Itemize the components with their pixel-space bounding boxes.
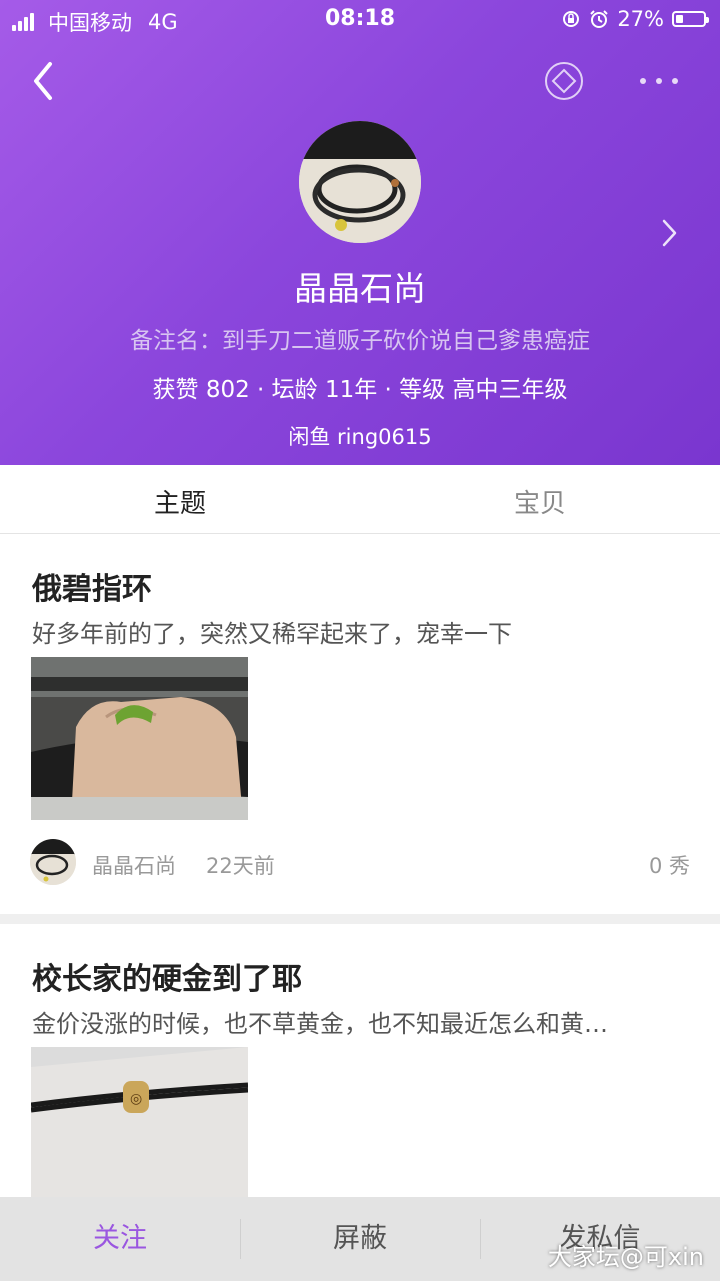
battery-icon xyxy=(672,11,709,27)
profile-header: 中国移动 4G 08:18 27% 晶晶石尚 备注名：到手刀二道贩子砍价说自己爹… xyxy=(0,0,720,465)
post-card[interactable]: 俄碧指环 好多年前的了，突然又稀罕起来了，宠幸一下 晶晶石尚 22天前 0 秀 xyxy=(0,534,720,914)
post-meta: 晶晶石尚 22天前 0 秀 xyxy=(30,839,690,887)
svg-text:◎: ◎ xyxy=(130,1091,142,1107)
back-arrow-icon[interactable] xyxy=(28,58,68,104)
profile-stats: 获赞 802 · 坛龄 11年 · 等级 高中三年级 xyxy=(152,377,568,403)
post-title[interactable]: 校长家的硬金到了耶 xyxy=(32,954,302,998)
medal-icon[interactable] xyxy=(544,61,584,101)
battery-level-fill xyxy=(676,15,683,23)
author-avatar[interactable] xyxy=(30,839,76,885)
post-show-count: 0 秀 xyxy=(648,854,690,878)
alarm-icon xyxy=(590,10,609,28)
tab-items[interactable]: 宝贝 xyxy=(360,483,720,520)
post-image[interactable]: ◎ xyxy=(31,1047,248,1210)
profile-avatar[interactable] xyxy=(299,121,421,243)
profile-remark[interactable]: 备注名：到手刀二道贩子砍价说自己爹患癌症 xyxy=(0,321,720,355)
post-image[interactable] xyxy=(31,657,248,820)
post-title[interactable]: 俄碧指环 xyxy=(32,564,152,608)
post-time: 22天前 xyxy=(206,854,275,878)
tab-bar: 主题 宝贝 xyxy=(0,465,720,534)
orientation-lock-icon xyxy=(563,11,580,27)
block-button[interactable]: 屏蔽 xyxy=(240,1197,480,1281)
tab-topics[interactable]: 主题 xyxy=(0,483,360,520)
watermark-text: 大家坛@可xin xyxy=(547,1243,704,1271)
more-dots-icon[interactable] xyxy=(634,66,684,96)
chevron-right-icon[interactable] xyxy=(656,216,682,250)
profile-nickname: 晶晶石尚 xyxy=(294,269,426,308)
post-excerpt: 金价没涨的时候，也不草黄金，也不知最近怎么和黄… xyxy=(32,1010,608,1038)
post-divider xyxy=(0,914,720,924)
battery-percent: 27% xyxy=(617,7,664,31)
post-author[interactable]: 晶晶石尚 xyxy=(92,850,176,880)
follow-button[interactable]: 关注 xyxy=(0,1197,240,1281)
post-excerpt: 好多年前的了，突然又稀罕起来了，宠幸一下 xyxy=(32,620,512,648)
post-card[interactable]: 校长家的硬金到了耶 金价没涨的时候，也不草黄金，也不知最近怎么和黄… ◎ xyxy=(0,924,720,1224)
status-bar: 中国移动 4G 08:18 27% xyxy=(0,0,720,40)
profile-signature: 闲鱼 ring0615 xyxy=(288,425,432,449)
